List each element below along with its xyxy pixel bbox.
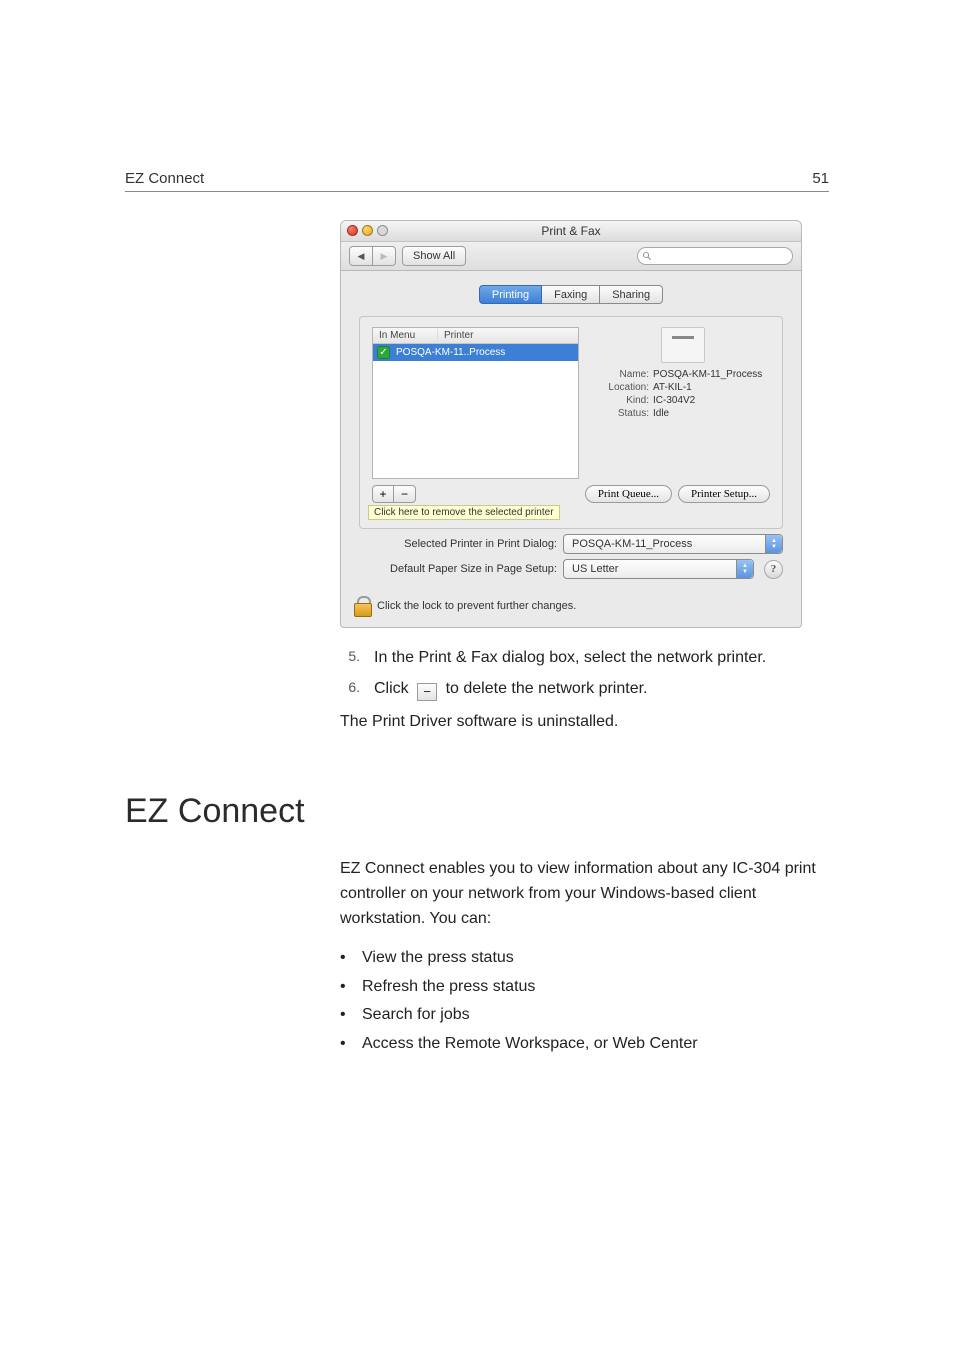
value-status: Idle — [653, 408, 770, 419]
in-menu-checkbox[interactable]: ✓ — [377, 346, 390, 359]
tab-sharing[interactable]: Sharing — [600, 285, 663, 304]
col-in-menu: In Menu — [373, 328, 438, 344]
window-toolbar: ◀ ▶ Show All — [341, 242, 801, 271]
search-icon — [642, 251, 652, 261]
label-location: Location: — [595, 382, 649, 393]
value-name: POSQA-KM-11_Process — [653, 369, 770, 380]
step-number: 5. — [340, 646, 360, 671]
page-number: 51 — [812, 170, 829, 187]
tab-group: Printing Faxing Sharing — [479, 285, 663, 304]
step-number: 6. — [340, 677, 360, 702]
printer-details: Name: POSQA-KM-11_Process Location: AT-K… — [595, 327, 770, 419]
feature-bullets: View the press status Refresh the press … — [340, 944, 829, 1059]
remove-printer-button[interactable]: − — [394, 485, 416, 503]
minus-button-icon: − — [417, 683, 437, 701]
remove-printer-tooltip: Click here to remove the selected printe… — [368, 505, 560, 520]
printer-row-name: POSQA-KM-11..Process — [396, 347, 505, 358]
printer-row-selected[interactable]: ✓ POSQA-KM-11..Process — [373, 344, 578, 361]
minimize-icon[interactable] — [362, 225, 373, 236]
default-paper-value: US Letter — [572, 563, 618, 575]
instruction-steps: 5. In the Print & Fax dialog box, select… — [340, 646, 829, 702]
list-item: Access the Remote Workspace, or Web Cent… — [340, 1030, 829, 1059]
running-title: EZ Connect — [125, 170, 204, 187]
label-name: Name: — [595, 369, 649, 380]
nav-forward-button[interactable]: ▶ — [373, 246, 396, 266]
selected-printer-value: POSQA-KM-11_Process — [572, 538, 692, 550]
label-default-paper: Default Paper Size in Page Setup: — [359, 563, 557, 575]
section-intro: EZ Connect enables you to view informati… — [340, 857, 829, 931]
lock-icon[interactable] — [353, 595, 371, 617]
value-location: AT-KIL-1 — [653, 382, 770, 393]
chevron-updown-icon: ▲▼ — [765, 535, 782, 553]
show-all-button[interactable]: Show All — [402, 246, 466, 266]
default-paper-dropdown[interactable]: US Letter ▲▼ — [563, 559, 754, 579]
tab-printing[interactable]: Printing — [479, 285, 542, 304]
nav-back-button[interactable]: ◀ — [349, 246, 373, 266]
printers-pane: In Menu Printer ✓ POSQA-KM-11..Process N… — [359, 316, 783, 529]
step-6: 6. Click − to delete the network printer… — [340, 677, 829, 702]
label-selected-printer: Selected Printer in Print Dialog: — [359, 538, 557, 550]
tab-faxing[interactable]: Faxing — [542, 285, 600, 304]
printer-list[interactable]: In Menu Printer ✓ POSQA-KM-11..Process — [372, 327, 579, 479]
list-item: Refresh the press status — [340, 973, 829, 1002]
step-text: Click − to delete the network printer. — [374, 677, 647, 702]
help-button[interactable]: ? — [764, 560, 783, 579]
label-status: Status: — [595, 408, 649, 419]
section-heading: EZ Connect — [125, 792, 829, 831]
col-printer: Printer — [438, 328, 578, 344]
printer-setup-button[interactable]: Printer Setup... — [678, 485, 770, 503]
step-5: 5. In the Print & Fax dialog box, select… — [340, 646, 829, 671]
close-icon[interactable] — [347, 225, 358, 236]
running-header: EZ Connect 51 — [125, 170, 829, 192]
zoom-icon[interactable] — [377, 225, 388, 236]
label-kind: Kind: — [595, 395, 649, 406]
list-item: View the press status — [340, 944, 829, 973]
value-kind: IC-304V2 — [653, 395, 770, 406]
list-item: Search for jobs — [340, 1001, 829, 1030]
add-printer-button[interactable]: + — [372, 485, 394, 503]
search-input[interactable] — [637, 247, 793, 265]
print-fax-window: Print & Fax ◀ ▶ Show All — [340, 220, 802, 628]
step-text: In the Print & Fax dialog box, select th… — [374, 646, 766, 671]
lock-text: Click the lock to prevent further change… — [377, 600, 576, 612]
printer-thumbnail-icon — [661, 327, 705, 363]
window-titlebar: Print & Fax — [341, 221, 801, 242]
chevron-updown-icon: ▲▼ — [736, 560, 753, 578]
print-queue-button[interactable]: Print Queue... — [585, 485, 672, 503]
window-title: Print & Fax — [541, 224, 600, 238]
result-text: The Print Driver software is uninstalled… — [340, 710, 829, 735]
selected-printer-dropdown[interactable]: POSQA-KM-11_Process ▲▼ — [563, 534, 783, 554]
